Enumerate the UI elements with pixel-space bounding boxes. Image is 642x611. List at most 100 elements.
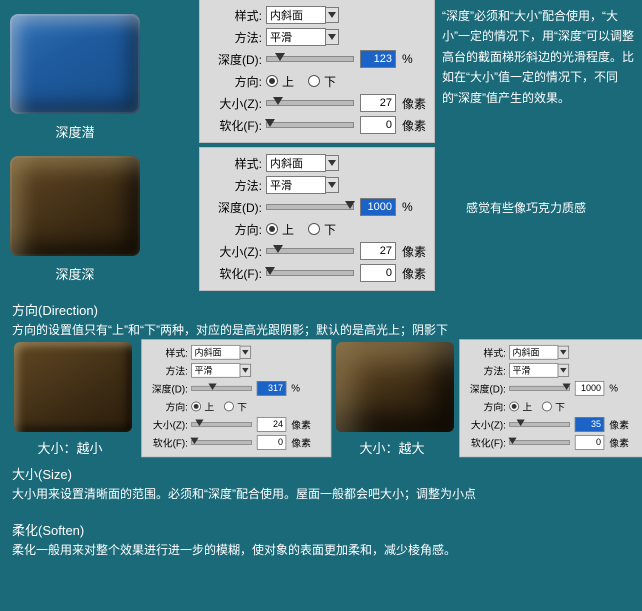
direction-down-label: 下 (324, 73, 336, 90)
soften-slider[interactable] (266, 122, 354, 128)
unit-percent: % (402, 52, 413, 66)
depth-input[interactable]: 1000 (360, 198, 396, 216)
preview-depth-shallow (10, 14, 140, 114)
direction-down-radio[interactable] (308, 223, 320, 235)
method-select[interactable]: 平滑 (266, 176, 326, 194)
caption-size-big: 大小：越大 (332, 438, 452, 457)
heading-size: 大小(Size) (12, 464, 72, 483)
bevel-panel-deep: 样式:内斜面 方法:平滑 深度(D): 1000% 方向: 上 下 大小(Z): 27 像… (200, 148, 434, 290)
unit-px: 像素 (402, 117, 426, 134)
description-chocolate: 感觉有些像巧克力质感 (466, 198, 636, 218)
depth-slider[interactable] (266, 56, 354, 62)
chevron-down-icon[interactable] (325, 155, 339, 171)
direction-down-label: 下 (237, 399, 247, 413)
direction-up-radio[interactable] (266, 223, 278, 235)
method-select[interactable]: 平滑 (191, 363, 240, 378)
soften-input[interactable]: 0 (360, 116, 396, 134)
size-slider[interactable] (191, 422, 252, 427)
unit-percent: % (402, 200, 413, 214)
caption-size-small: 大小：越小 (10, 438, 130, 457)
preview-size-small (14, 342, 132, 432)
depth-input[interactable]: 317 (257, 381, 287, 396)
label-size: 大小(Z): (465, 417, 506, 431)
label-size: 大小(Z): (206, 95, 262, 112)
chevron-down-icon[interactable] (325, 29, 339, 45)
size-slider[interactable] (509, 422, 570, 427)
size-input[interactable]: 35 (575, 417, 605, 432)
chevron-down-icon[interactable] (240, 364, 251, 377)
size-input[interactable]: 27 (360, 242, 396, 260)
method-select[interactable]: 平滑 (266, 28, 326, 46)
soften-slider[interactable] (266, 270, 354, 276)
soften-slider[interactable] (509, 440, 570, 445)
label-soften: 软化(F): (465, 436, 506, 450)
style-select[interactable]: 内斜面 (266, 154, 326, 172)
label-method: 方法: (206, 177, 262, 194)
unit-px: 像素 (609, 436, 629, 450)
label-direction: 方向: (465, 399, 506, 413)
label-soften: 软化(F): (206, 117, 262, 134)
label-soften: 软化(F): (206, 265, 262, 282)
label-style: 样式: (147, 345, 188, 359)
depth-slider[interactable] (266, 204, 354, 210)
label-style: 样式: (465, 345, 506, 359)
text-direction: 方向的设置值只有“上”和“下”两种，对应的是高光跟阴影；默认的是高光上；阴影下 (12, 320, 632, 340)
unit-percent: % (609, 383, 618, 394)
depth-input[interactable]: 1000 (575, 381, 605, 396)
direction-down-radio[interactable] (224, 402, 234, 412)
style-select[interactable]: 内斜面 (191, 345, 240, 360)
unit-px: 像素 (402, 95, 426, 112)
bevel-panel-size-big: 样式:内斜面 方法:平滑 深度(D): 1000% 方向: 上 下 大小(Z): 35 像… (460, 340, 642, 456)
soften-slider[interactable] (191, 440, 252, 445)
label-depth: 深度(D): (206, 199, 262, 216)
direction-up-label: 上 (204, 399, 214, 413)
depth-input[interactable]: 123 (360, 50, 396, 68)
direction-up-radio[interactable] (191, 402, 201, 412)
unit-px: 像素 (402, 265, 426, 282)
size-slider[interactable] (266, 100, 354, 106)
label-depth: 深度(D): (465, 381, 506, 395)
preview-size-big (336, 342, 454, 432)
direction-up-label: 上 (282, 221, 294, 238)
label-size: 大小(Z): (206, 243, 262, 260)
size-slider[interactable] (266, 248, 354, 254)
text-size: 大小用来设置清晰面的范围。必须和“深度”配合使用。屋面一般都会吧大小；调整为小点 (12, 484, 632, 504)
method-select[interactable]: 平滑 (509, 363, 558, 378)
direction-down-radio[interactable] (308, 75, 320, 87)
chevron-down-icon[interactable] (325, 177, 339, 193)
label-direction: 方向: (206, 221, 262, 238)
caption-depth-shallow: 深度潜 (10, 122, 140, 141)
direction-down-label: 下 (324, 221, 336, 238)
direction-down-label: 下 (555, 399, 565, 413)
heading-direction: 方向(Direction) (12, 300, 98, 319)
chevron-down-icon[interactable] (325, 7, 339, 23)
style-select[interactable]: 内斜面 (509, 345, 558, 360)
label-style: 样式: (206, 155, 262, 172)
preview-depth-deep (10, 156, 140, 256)
chevron-down-icon[interactable] (240, 346, 251, 359)
direction-down-radio[interactable] (542, 402, 552, 412)
direction-up-radio[interactable] (266, 75, 278, 87)
size-input[interactable]: 24 (257, 417, 287, 432)
direction-up-label: 上 (282, 73, 294, 90)
soften-input[interactable]: 0 (257, 435, 287, 450)
soften-input[interactable]: 0 (575, 435, 605, 450)
unit-px: 像素 (609, 417, 629, 431)
label-method: 方法: (465, 363, 506, 377)
direction-up-label: 上 (522, 399, 532, 413)
chevron-down-icon[interactable] (558, 346, 569, 359)
style-select[interactable]: 内斜面 (266, 6, 326, 24)
depth-slider[interactable] (191, 386, 252, 391)
label-direction: 方向: (147, 399, 188, 413)
direction-up-radio[interactable] (509, 402, 519, 412)
heading-soften: 柔化(Soften) (12, 520, 84, 539)
depth-slider[interactable] (509, 386, 570, 391)
label-soften: 软化(F): (147, 436, 188, 450)
size-input[interactable]: 27 (360, 94, 396, 112)
label-depth: 深度(D): (206, 51, 262, 68)
label-method: 方法: (206, 29, 262, 46)
soften-input[interactable]: 0 (360, 264, 396, 282)
unit-px: 像素 (291, 436, 311, 450)
bevel-panel-size-small: 样式:内斜面 方法:平滑 深度(D):317% 方向:上下 大小(Z):24像素… (142, 340, 331, 456)
chevron-down-icon[interactable] (558, 364, 569, 377)
